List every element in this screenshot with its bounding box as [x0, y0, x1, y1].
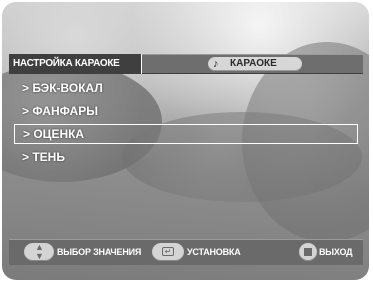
exit-label: ВЫХОД — [319, 247, 353, 257]
select-value-button[interactable]: ▲ ▼ — [24, 243, 54, 261]
karaoke-mode-label: КАРАОКЕ — [230, 58, 277, 69]
enter-icon: ↵ — [162, 247, 174, 256]
stop-icon — [304, 248, 312, 256]
set-button[interactable]: ↵ — [152, 243, 184, 261]
menu-item-shadow[interactable]: > ТЕНЬ — [14, 147, 358, 167]
up-down-arrows-icon: ▼ — [35, 251, 44, 261]
select-value-label: ВЫБОР ЗНАЧЕНИЯ — [57, 247, 142, 257]
set-label: УСТАНОВКА — [187, 247, 241, 257]
music-note-icon: ♪ — [213, 58, 219, 70]
page-title: НАСТРОЙКА КАРАОКЕ — [9, 54, 142, 74]
karaoke-mode-badge: ♪ КАРАОКЕ — [208, 57, 302, 71]
exit-button[interactable] — [299, 243, 317, 261]
menu-item-score[interactable]: > ОЦЕНКА — [14, 124, 358, 144]
menu-item-backing-vocals[interactable]: > БЭК-ВОКАЛ — [14, 78, 358, 98]
menu-item-fanfares[interactable]: > ФАНФАРЫ — [14, 101, 358, 121]
